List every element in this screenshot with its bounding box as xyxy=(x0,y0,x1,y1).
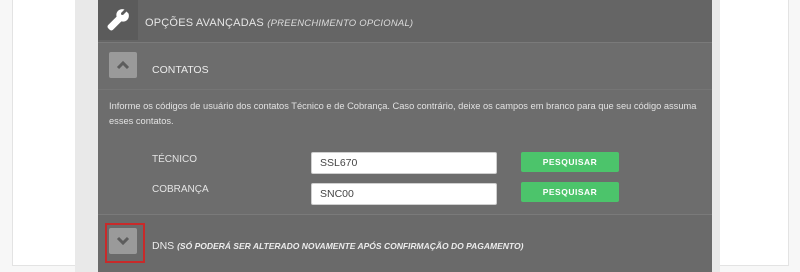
divider xyxy=(98,89,712,90)
dns-section: DNS (SÓ PODERÁ SER ALTERADO NOVAMENTE AP… xyxy=(98,215,712,272)
contatos-info-text: Informe os códigos de usuário dos contat… xyxy=(109,101,697,126)
advanced-options-title-text: OPÇÕES AVANÇADAS xyxy=(145,17,264,29)
advanced-options-header: OPÇÕES AVANÇADAS (PREENCHIMENTO OPCIONAL… xyxy=(98,0,712,42)
chevron-down-icon xyxy=(116,236,130,246)
contatos-collapse-button[interactable] xyxy=(109,52,137,78)
contatos-label: CONTATOS xyxy=(152,64,209,76)
cobranca-search-button[interactable]: PESQUISAR xyxy=(521,182,619,202)
tecnico-input[interactable]: SSL670 xyxy=(311,152,497,174)
page-background: OPÇÕES AVANÇADAS (PREENCHIMENTO OPCIONAL… xyxy=(0,0,800,272)
chevron-up-icon xyxy=(116,60,130,70)
advanced-options-title: OPÇÕES AVANÇADAS (PREENCHIMENTO OPCIONAL… xyxy=(145,17,413,29)
advanced-options-subtitle: (PREENCHIMENTO OPCIONAL) xyxy=(267,18,414,29)
dns-note: (SÓ PODERÁ SER ALTERADO NOVAMENTE APÓS C… xyxy=(177,241,524,251)
dns-label: DNS (SÓ PODERÁ SER ALTERADO NOVAMENTE AP… xyxy=(152,240,523,252)
cobranca-input[interactable]: SNC00 xyxy=(311,183,497,205)
cobranca-label: COBRANÇA xyxy=(152,184,209,195)
dns-expand-button[interactable] xyxy=(109,228,137,254)
dns-label-text: DNS xyxy=(152,240,175,252)
tecnico-search-button[interactable]: PESQUISAR xyxy=(521,152,619,172)
advanced-options-panel: OPÇÕES AVANÇADAS (PREENCHIMENTO OPCIONAL… xyxy=(98,0,712,272)
wrench-icon xyxy=(98,0,138,40)
tecnico-label: TÉCNICO xyxy=(152,154,197,165)
divider xyxy=(98,42,712,43)
